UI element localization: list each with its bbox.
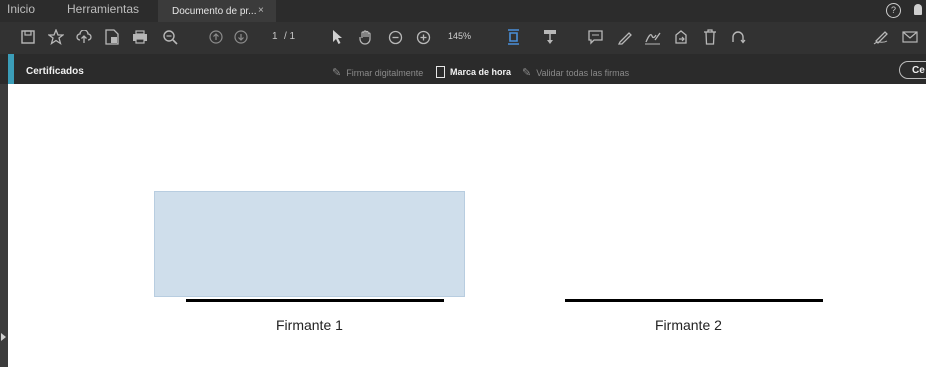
bookmark-star-icon[interactable] [46, 27, 66, 47]
tab-tools[interactable]: Herramientas [67, 2, 139, 16]
pen-icon[interactable] [615, 27, 635, 47]
page-total: / 1 [284, 31, 296, 42]
left-panel-rail[interactable] [0, 84, 8, 367]
draw-icon[interactable] [872, 27, 892, 47]
delete-icon[interactable] [700, 27, 720, 47]
mail-icon[interactable] [900, 27, 920, 47]
share-icon[interactable] [671, 27, 691, 47]
clock-document-icon [436, 66, 445, 78]
signature-line-2 [565, 299, 823, 302]
timestamp-button[interactable]: Marca de hora [436, 66, 511, 78]
signature-line-1 [186, 299, 444, 302]
fit-page-icon[interactable] [504, 27, 524, 47]
tab-home[interactable]: Inicio [7, 2, 35, 16]
close-icon[interactable]: × [258, 5, 264, 16]
certificates-bar: Certificados ✎ Firmar digitalmente Marca… [0, 54, 926, 84]
validate-all-button[interactable]: ✎ Validar todas las firmas [522, 66, 629, 79]
tab-document[interactable]: Documento de pr... × [158, 0, 276, 22]
upload-cloud-icon[interactable] [74, 27, 94, 47]
validate-all-label: Validar todas las firmas [536, 67, 630, 78]
signer-2-label: Firmante 2 [655, 317, 722, 333]
sign-digitally-label: Firmar digitalmente [346, 67, 424, 78]
save-icon[interactable] [18, 27, 38, 47]
select-pointer-icon[interactable] [327, 27, 347, 47]
sign-icon[interactable] [643, 27, 663, 47]
sign-digitally-button[interactable]: ✎ Firmar digitalmente [332, 66, 423, 79]
zoom-out-icon[interactable] [385, 27, 405, 47]
panel-accent-strip [8, 54, 14, 84]
validate-sign-icon: ✎ [522, 67, 532, 79]
expand-panel-icon[interactable] [1, 333, 6, 341]
main-toolbar: 1 / 1 145% [0, 22, 926, 61]
page-number-input[interactable]: 1 [272, 31, 278, 42]
print-icon[interactable] [130, 27, 150, 47]
pen-sign-icon: ✎ [332, 67, 342, 79]
zoom-level[interactable]: 145% [448, 31, 471, 41]
timestamp-label: Marca de hora [450, 67, 512, 77]
previous-page-icon[interactable] [206, 27, 226, 47]
search-icon[interactable] [160, 27, 180, 47]
create-pdf-icon[interactable] [102, 27, 122, 47]
bell-icon[interactable] [914, 4, 922, 15]
tab-document-label: Documento de pr... [172, 6, 257, 17]
close-certificates-button[interactable]: Ce [899, 61, 926, 79]
zoom-in-icon[interactable] [413, 27, 433, 47]
hand-icon[interactable] [356, 27, 376, 47]
certificates-title: Certificados [26, 66, 84, 77]
rotate-icon[interactable] [728, 27, 748, 47]
next-page-icon[interactable] [231, 27, 251, 47]
tab-bar: Inicio Herramientas Documento de pr... ×… [0, 0, 926, 22]
signature-field-1[interactable] [154, 191, 465, 297]
stamp-icon[interactable] [540, 27, 560, 47]
signer-1-label: Firmante 1 [276, 317, 343, 333]
help-icon[interactable]: ? [886, 3, 901, 18]
comment-icon[interactable] [585, 27, 605, 47]
